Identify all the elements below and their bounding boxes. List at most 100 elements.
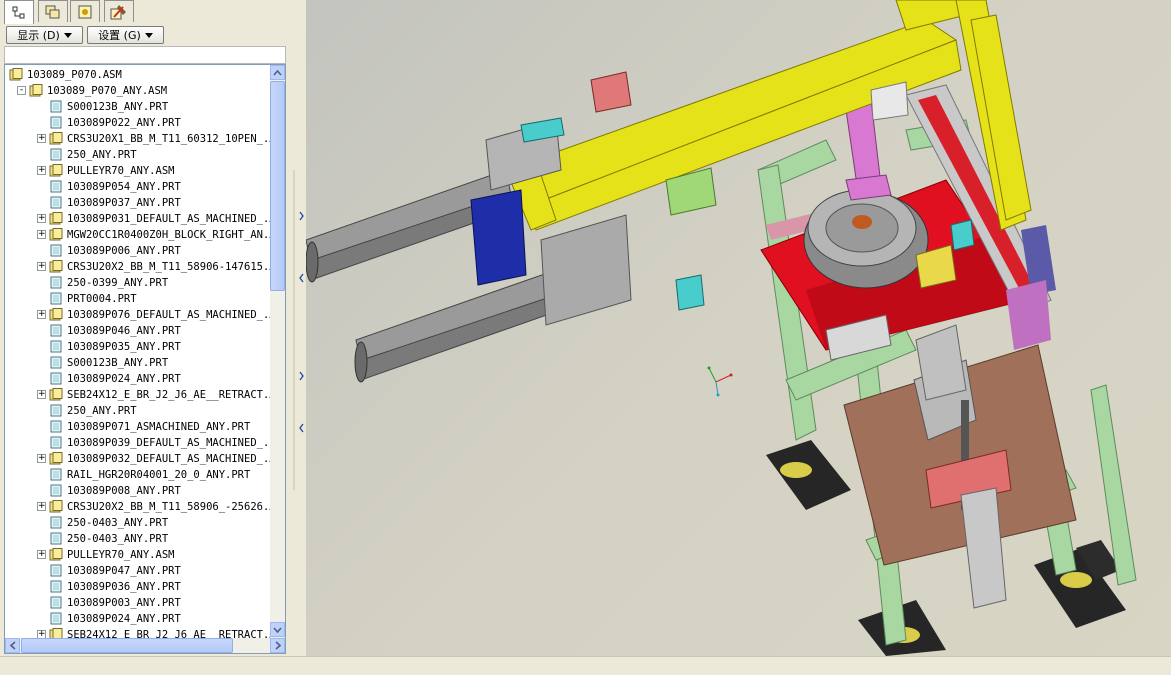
tree-item[interactable]: 250_ANY.PRT [5, 147, 271, 163]
expand-icon[interactable]: + [37, 262, 46, 271]
tree-item[interactable]: + CRS3U20X2_BB_M_T11_58906-147615.AS [5, 259, 271, 275]
cad-assembly-model [306, 0, 1137, 656]
scroll-up-button[interactable] [270, 65, 285, 80]
tree-item[interactable]: 250-0399_ANY.PRT [5, 275, 271, 291]
tree-item[interactable]: S000123B_ANY.PRT [5, 355, 271, 371]
tab-layers[interactable] [38, 0, 68, 22]
tree-item[interactable]: 103089P047_ANY.PRT [5, 563, 271, 579]
hub-center [852, 215, 872, 229]
assembly-icon [49, 260, 63, 273]
tree-rows: 103089_P070.ASM - 103089_P070_ANY.ASM S0001… [5, 65, 271, 638]
tree-item[interactable]: + PULLEYR70_ANY.ASM [5, 547, 271, 563]
tree-item[interactable]: 103089P036_ANY.PRT [5, 579, 271, 595]
part-icon [50, 596, 62, 609]
horizontal-scroll-thumb[interactable] [21, 638, 233, 653]
assembly-icon [49, 388, 63, 401]
tab-favorites[interactable] [70, 0, 100, 22]
tree-item[interactable]: RAIL_HGR20R04001_20_0_ANY.PRT [5, 467, 271, 483]
tree-item-label: 250-0399_ANY.PRT [67, 277, 169, 289]
leveling-foot [780, 462, 812, 478]
expand-icon[interactable]: + [37, 454, 46, 463]
model-tree: 103089_P070.ASM - 103089_P070_ANY.ASM S0001… [4, 64, 286, 654]
expand-icon[interactable]: + [37, 550, 46, 559]
tree-item-label: 103089P024_ANY.PRT [67, 613, 181, 625]
tree-item-label: 103089P047_ANY.PRT [67, 565, 181, 577]
tree-item[interactable]: +103089P076_DEFAULT_AS_MACHINED_.AS [5, 307, 271, 323]
settings-dropdown[interactable]: 设置 (G) [87, 26, 164, 44]
part-icon [50, 276, 62, 289]
horizontal-scrollbar[interactable] [5, 638, 285, 653]
tree-item[interactable]: 103089P039_DEFAULT_AS_MACHINED_.PR [5, 435, 271, 451]
tab-model-tree[interactable] [4, 0, 34, 24]
tree-item[interactable]: 250-0403_ANY.PRT [5, 531, 271, 547]
tree-item[interactable]: 103089P006_ANY.PRT [5, 243, 271, 259]
part-icon [50, 292, 62, 305]
tree-item[interactable]: PRT0004.PRT [5, 291, 271, 307]
part-icon [50, 100, 62, 113]
tree-item[interactable]: - 103089_P070_ANY.ASM [5, 83, 271, 99]
expand-icon[interactable]: + [37, 166, 46, 175]
coordinate-triad [707, 366, 733, 397]
tree-item[interactable]: 250_ANY.PRT [5, 403, 271, 419]
tree-item[interactable]: 103089P024_ANY.PRT [5, 371, 271, 387]
scroll-left-button[interactable] [5, 638, 20, 653]
tree-item[interactable]: 103089P035_ANY.PRT [5, 339, 271, 355]
tree-item[interactable]: +103089P031_DEFAULT_AS_MACHINED_.AS [5, 211, 271, 227]
pink-block [590, 71, 632, 113]
tree-item[interactable]: 103089P037_ANY.PRT [5, 195, 271, 211]
gripper-plate [845, 174, 892, 201]
collapse-icon[interactable]: - [17, 86, 26, 95]
display-dropdown[interactable]: 显示 (D) [6, 26, 83, 44]
tree-item-label: 250_ANY.PRT [67, 149, 137, 161]
tree-item[interactable]: 103089_P070.ASM [5, 67, 271, 83]
tree-item[interactable]: 103089P071_ASMACHINED_ANY.PRT [5, 419, 271, 435]
splitter-handles [293, 170, 304, 490]
graphics-viewport[interactable] [306, 0, 1171, 656]
assembly-icon [9, 68, 23, 81]
tree-item[interactable]: 250-0403_ANY.PRT [5, 515, 271, 531]
tree-item[interactable]: + SEB24X12_E_BR_J2_J6_AE__RETRACT.AS [5, 387, 271, 403]
tree-item[interactable]: 103089P022_ANY.PRT [5, 115, 271, 131]
cyan-block [950, 219, 975, 251]
tree-item[interactable]: 103089P008_ANY.PRT [5, 483, 271, 499]
part-icon [50, 468, 62, 481]
vertical-scroll-thumb[interactable] [270, 81, 285, 291]
assembly-icon [49, 212, 63, 225]
vertical-scrollbar[interactable] [270, 65, 285, 638]
assembly-icon [49, 228, 63, 241]
scroll-right-button[interactable] [270, 638, 285, 653]
tree-item-label: 103089_P070.ASM [27, 69, 122, 81]
part-icon [50, 580, 62, 593]
expand-icon[interactable]: + [37, 230, 46, 239]
tree-item[interactable]: + CRS3U20X2_BB_M_T11_58906_-25626.AS [5, 499, 271, 515]
panel-splitter[interactable] [290, 0, 306, 671]
expand-icon[interactable]: + [37, 134, 46, 143]
scroll-down-button[interactable] [270, 622, 285, 637]
tree-toolbar: 显示 (D) 设置 (G) [0, 24, 290, 46]
tree-item[interactable]: + SEB24X12_E_BR_J2_J6_AE__RETRACT.AS [5, 627, 271, 638]
tree-item[interactable]: 103089P024_ANY.PRT [5, 611, 271, 627]
chevron-down-icon [63, 32, 72, 38]
tree-item[interactable]: + MGW20CC1R0400Z0H_BLOCK_RIGHT_AN.AS [5, 227, 271, 243]
blue-bracket [470, 189, 527, 286]
tree-item[interactable]: +103089P032_DEFAULT_AS_MACHINED_.AS [5, 451, 271, 467]
tree-item[interactable]: 103089P046_ANY.PRT [5, 323, 271, 339]
tree-item[interactable]: 103089P054_ANY.PRT [5, 179, 271, 195]
tree-item-label: CRS3U20X1_BB_M_T11_60312_10PEN_.AS [67, 133, 271, 145]
tree-item-label: PULLEYR70_ANY.ASM [67, 165, 175, 177]
expand-icon[interactable]: + [37, 310, 46, 319]
display-label: 显示 (D) [17, 29, 60, 42]
tree-item[interactable]: S000123B_ANY.PRT [5, 99, 271, 115]
leveling-foot [1060, 572, 1092, 588]
expand-icon[interactable]: + [37, 390, 46, 399]
expand-icon[interactable]: + [37, 502, 46, 511]
tree-item[interactable]: 103089P003_ANY.PRT [5, 595, 271, 611]
tree-item-label: 103089P037_ANY.PRT [67, 197, 181, 209]
expand-icon[interactable]: + [37, 630, 46, 638]
tree-item[interactable]: + PULLEYR70_ANY.ASM [5, 163, 271, 179]
expand-icon[interactable]: + [37, 214, 46, 223]
tree-item[interactable]: + CRS3U20X1_BB_M_T11_60312_10PEN_.AS [5, 131, 271, 147]
tab-tools[interactable] [104, 0, 134, 22]
assembly-icon [49, 308, 63, 321]
part-icon [50, 516, 62, 529]
